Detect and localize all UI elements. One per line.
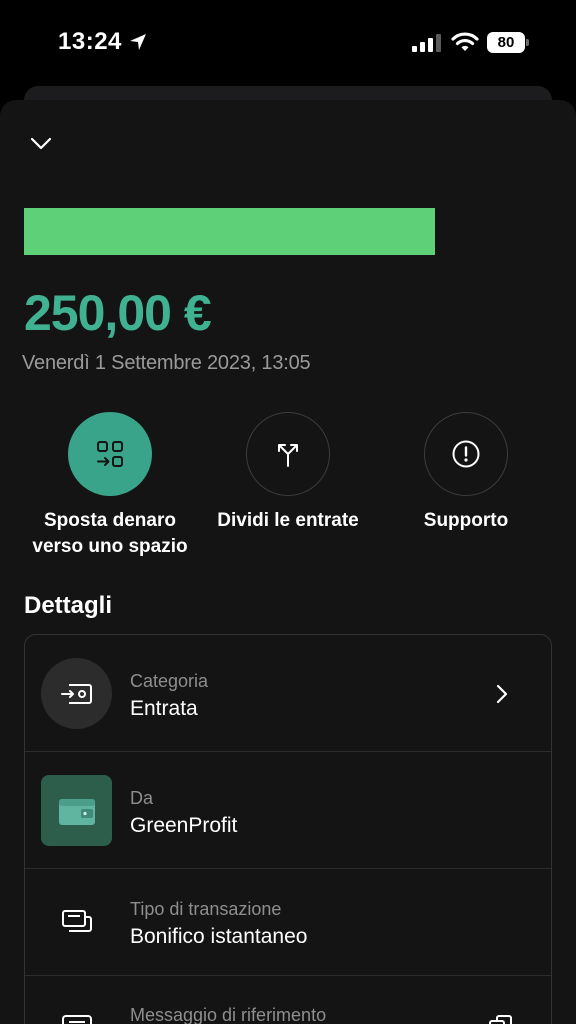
reference-message-label: Messaggio di riferimento	[130, 1005, 327, 1024]
move-to-space-label-line1: Sposta denaro	[44, 510, 176, 531]
support-icon-circle[interactable]	[424, 412, 508, 496]
alert-circle-icon	[452, 440, 480, 468]
status-time: 13:24	[58, 28, 122, 55]
split-income-button[interactable]: Dividi le entrate	[198, 412, 378, 534]
split-icon	[278, 444, 298, 467]
message-icon	[62, 1015, 92, 1024]
reference-message-row: Messaggio di riferimento	[25, 976, 551, 1024]
transaction-type-row: Tipo di transazione Bonifico istantaneo	[25, 869, 551, 976]
transaction-amount: 250,00 €	[24, 285, 212, 341]
income-icon	[60, 683, 92, 704]
support-button[interactable]: Supporto	[376, 412, 556, 534]
details-title: Dettagli	[24, 592, 113, 619]
move-to-space-button[interactable]: Sposta denaro verso uno spazio	[20, 412, 200, 560]
wifi-icon	[451, 32, 479, 51]
chevron-right-icon	[496, 684, 508, 704]
battery-tip	[526, 39, 529, 46]
details-card: Categoria Entrata Da GreenProfit Tipo di…	[24, 634, 552, 1024]
category-row[interactable]: Categoria Entrata	[25, 635, 551, 752]
from-row: Da GreenProfit	[25, 752, 551, 869]
wallet-icon-box	[41, 775, 112, 846]
transaction-type-label: Tipo di transazione	[130, 899, 282, 919]
transaction-date: Venerdì 1 Settembre 2023, 13:05	[22, 352, 311, 374]
battery-indicator: 80	[487, 32, 529, 53]
from-label: Da	[130, 788, 154, 808]
split-icon-circle[interactable]	[246, 412, 330, 496]
support-label: Supporto	[423, 510, 509, 531]
income-icon-circle	[41, 658, 112, 729]
chevron-down-icon[interactable]	[28, 130, 54, 156]
copy-icon[interactable]	[487, 1012, 515, 1024]
transaction-type-value: Bonifico istantaneo	[130, 925, 308, 948]
move-to-space-icon-circle[interactable]	[68, 412, 152, 496]
category-value: Entrata	[130, 697, 198, 720]
from-value: GreenProfit	[130, 814, 238, 837]
move-to-space-label: Sposta denaro verso uno spazio	[20, 508, 200, 560]
wallet-icon	[58, 798, 95, 825]
split-income-label: Dividi le entrate	[217, 510, 359, 531]
move-to-space-label-line2: verso uno spazio	[32, 536, 188, 557]
battery-level: 80	[487, 32, 525, 53]
location-arrow-icon	[130, 34, 146, 50]
merchant-name-redacted	[24, 208, 435, 255]
move-to-space-icon	[97, 441, 123, 467]
category-label: Categoria	[130, 671, 209, 691]
status-bar: 13:24 80	[0, 0, 576, 86]
cellular-signal-icon	[412, 34, 441, 52]
transfer-icon	[62, 910, 92, 932]
